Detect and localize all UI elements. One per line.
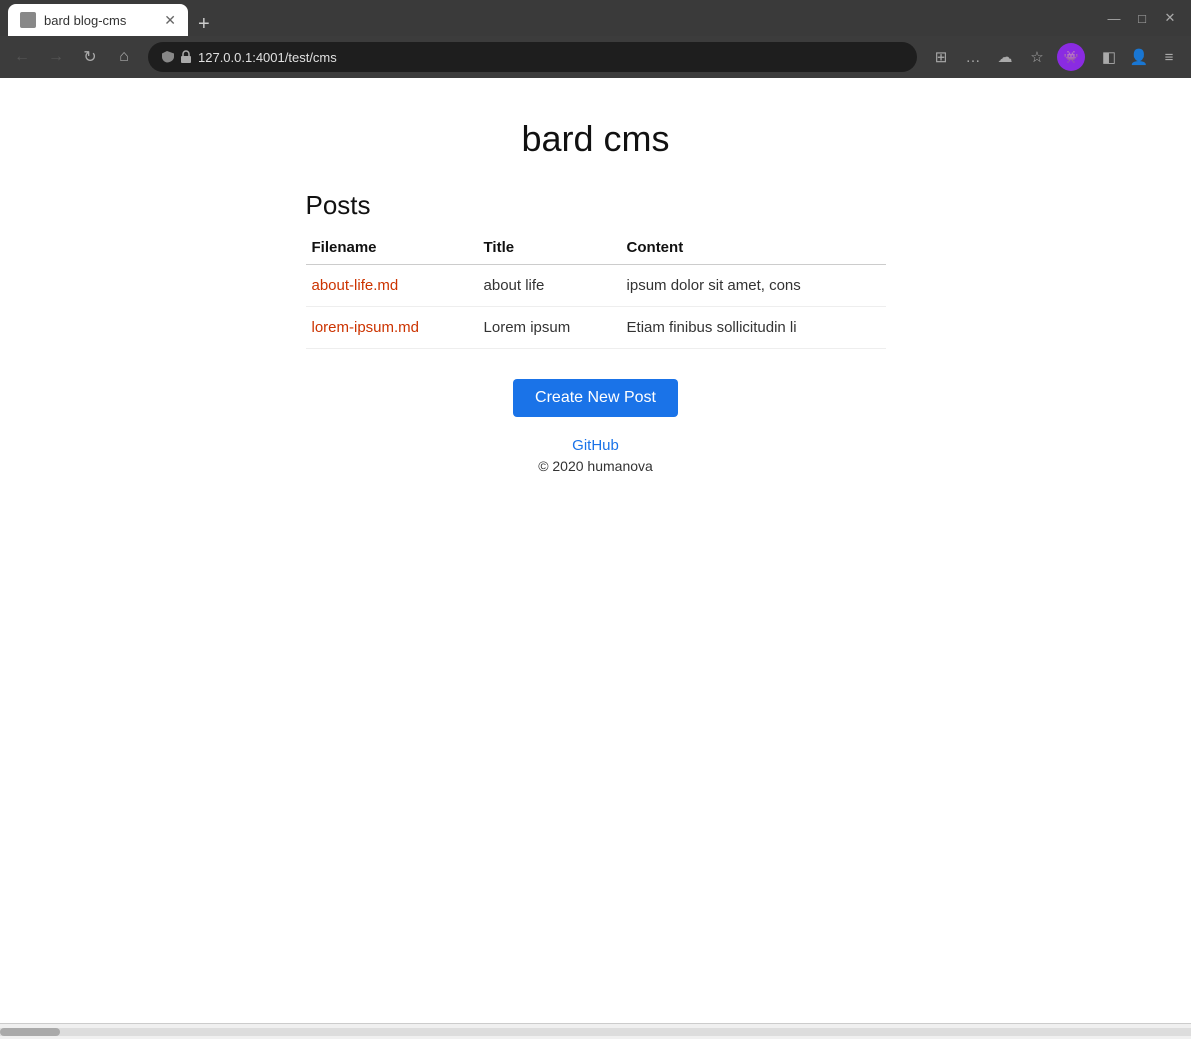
site-title: bard cms — [306, 118, 886, 160]
cell-filename[interactable]: about-life.md — [306, 265, 478, 307]
home-button[interactable]: ⌂ — [110, 43, 138, 71]
extension-icon[interactable]: 👾 — [1057, 43, 1085, 71]
shield-icon — [160, 50, 174, 64]
copyright-text: © 2020 humanova — [538, 458, 653, 474]
toolbar-icons: ⊞ … ☁ ☆ — [927, 43, 1051, 71]
maximize-button[interactable]: □ — [1129, 5, 1155, 31]
github-link[interactable]: GitHub — [306, 437, 886, 454]
scrollbar-track — [0, 1028, 1191, 1036]
browser-chrome: bard blog-cms ✕ + — □ ✕ ← → ↻ ⌂ 127.0.0.… — [0, 0, 1191, 78]
cell-content: Etiam finibus sollicitudin li — [621, 307, 886, 349]
browser-menu-icons: ◧ 👤 ≡ — [1095, 43, 1183, 71]
forward-button[interactable]: → — [42, 43, 70, 71]
browser-titlebar: bard blog-cms ✕ + — □ ✕ — [0, 0, 1191, 36]
cell-filename[interactable]: lorem-ipsum.md — [306, 307, 478, 349]
refresh-button[interactable]: ↻ — [76, 43, 104, 71]
lock-icon — [180, 50, 192, 64]
table-row: lorem-ipsum.mdLorem ipsumEtiam finibus s… — [306, 307, 886, 349]
col-title: Title — [478, 231, 621, 265]
browser-extensions: 👾 — [1057, 43, 1089, 71]
footer: GitHub © 2020 humanova — [306, 437, 886, 476]
active-tab[interactable]: bard blog-cms ✕ — [8, 4, 188, 36]
more-icon[interactable]: … — [959, 43, 987, 71]
close-button[interactable]: ✕ — [1157, 5, 1183, 31]
url-text: 127.0.0.1:4001/test/cms — [198, 50, 905, 65]
tab-favicon — [20, 12, 36, 28]
star-icon[interactable]: ☆ — [1023, 43, 1051, 71]
menu-icon[interactable]: ≡ — [1155, 43, 1183, 71]
posts-table: Filename Title Content about-life.mdabou… — [306, 231, 886, 349]
pocket-icon[interactable]: ☁ — [991, 43, 1019, 71]
browser-scrollbar[interactable] — [0, 1023, 1191, 1039]
table-row: about-life.mdabout lifeipsum dolor sit a… — [306, 265, 886, 307]
content-wrapper: bard cms Posts Filename Title Content ab… — [286, 118, 906, 476]
table-header-row: Filename Title Content — [306, 231, 886, 265]
bookmarks-icon[interactable]: ⊞ — [927, 43, 955, 71]
tab-close-button[interactable]: ✕ — [164, 13, 176, 27]
tab-title: bard blog-cms — [44, 13, 126, 28]
col-content: Content — [621, 231, 886, 265]
minimize-button[interactable]: — — [1101, 5, 1127, 31]
table-head: Filename Title Content — [306, 231, 886, 265]
scrollbar-thumb — [0, 1028, 60, 1036]
table-body: about-life.mdabout lifeipsum dolor sit a… — [306, 265, 886, 349]
cell-title: Lorem ipsum — [478, 307, 621, 349]
tab-bar: bard blog-cms ✕ + — [8, 0, 216, 36]
new-tab-button[interactable]: + — [192, 13, 216, 36]
sidebar-icon[interactable]: ◧ — [1095, 43, 1123, 71]
cell-title: about life — [478, 265, 621, 307]
create-new-post-button[interactable]: Create New Post — [513, 379, 678, 417]
browser-toolbar: ← → ↻ ⌂ 127.0.0.1:4001/test/cms ⊞ … ☁ ☆ … — [0, 36, 1191, 78]
posts-heading: Posts — [306, 190, 886, 221]
page-content: bard cms Posts Filename Title Content ab… — [0, 78, 1191, 1023]
back-button[interactable]: ← — [8, 43, 36, 71]
cell-content: ipsum dolor sit amet, cons — [621, 265, 886, 307]
col-filename: Filename — [306, 231, 478, 265]
address-bar[interactable]: 127.0.0.1:4001/test/cms — [148, 42, 917, 72]
account-icon[interactable]: 👤 — [1125, 43, 1153, 71]
